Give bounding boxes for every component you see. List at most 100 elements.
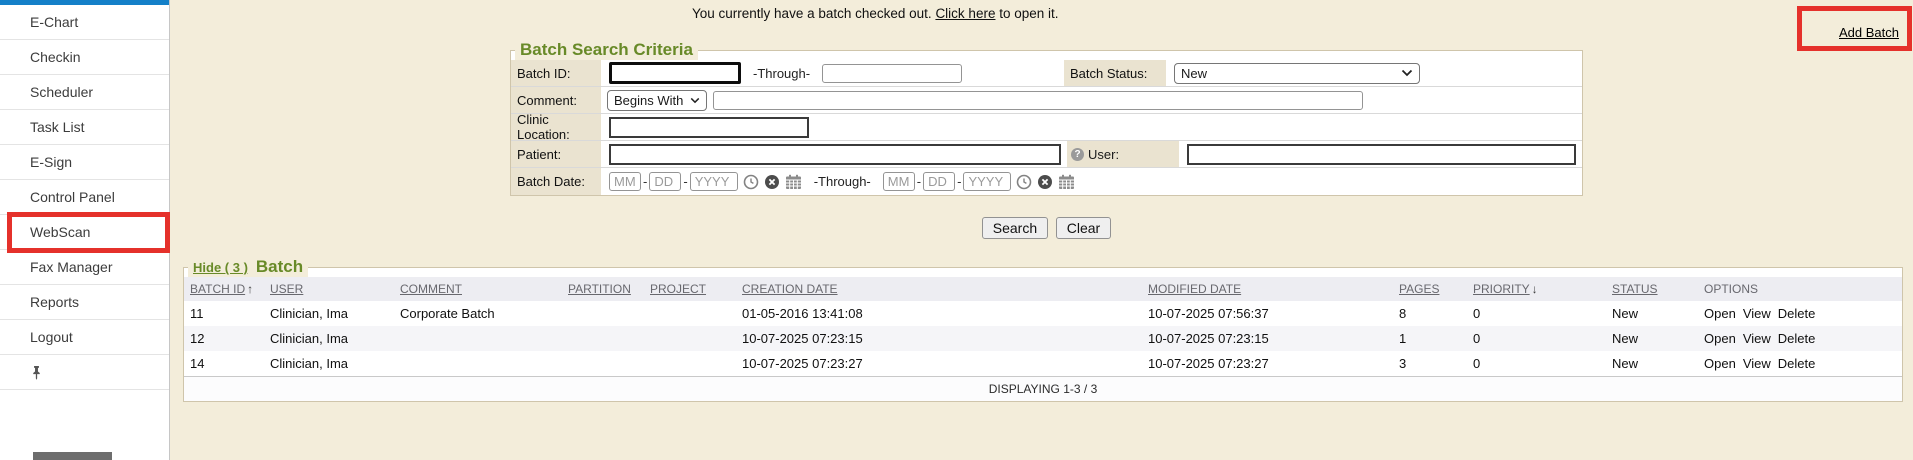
- sidebar-item-fax-manager[interactable]: Fax Manager: [0, 250, 169, 285]
- calendar-icon[interactable]: [1058, 174, 1075, 190]
- batch-date-from-year-input[interactable]: [690, 172, 738, 191]
- batch-list-legend: Hide ( 3 ) Batch: [188, 257, 308, 277]
- sidebar-item-checkin[interactable]: Checkin: [0, 40, 169, 75]
- cell-comment: [394, 326, 562, 351]
- sidebar-item-e-sign[interactable]: E-Sign: [0, 145, 169, 180]
- col-header-modified-date[interactable]: MODIFIED DATE: [1142, 277, 1393, 301]
- batch-table: BATCH ID↑ USER COMMENT PARTITION PROJECT…: [184, 277, 1902, 401]
- patient-row: Patient: ? User:: [511, 141, 1582, 168]
- sidebar-item-label: E-Sign: [30, 154, 72, 170]
- chevron-down-icon: [690, 97, 700, 104]
- cell-modified-date: 10-07-2025 07:23:15: [1142, 326, 1393, 351]
- batch-date-from-day-input[interactable]: [649, 172, 681, 191]
- col-header-user[interactable]: USER: [264, 277, 394, 301]
- sidebar-item-logout[interactable]: Logout: [0, 320, 169, 355]
- sidebar-item-label: Scheduler: [30, 84, 93, 100]
- user-label: User:: [1088, 147, 1119, 162]
- cell-partition: [562, 301, 644, 326]
- sidebar-item-control-panel[interactable]: Control Panel: [0, 180, 169, 215]
- view-batch-link[interactable]: View: [1743, 306, 1771, 321]
- delete-batch-link[interactable]: Delete: [1778, 356, 1816, 371]
- banner-text-pre: You currently have a batch checked out.: [692, 6, 932, 21]
- cell-priority: 0: [1467, 301, 1606, 326]
- batch-date-to-year-input[interactable]: [963, 172, 1011, 191]
- sidebar-item-label: Fax Manager: [30, 259, 112, 275]
- time-picker-icon[interactable]: [1016, 174, 1032, 190]
- open-batch-link[interactable]: Open: [1704, 356, 1736, 371]
- col-header-partition[interactable]: PARTITION: [562, 277, 644, 301]
- batch-date-row: Batch Date: - - -Through- - -: [511, 168, 1582, 195]
- sidebar-item-reports[interactable]: Reports: [0, 285, 169, 320]
- sidebar-item-webscan[interactable]: WebScan: [0, 215, 169, 250]
- batch-row: 12 Clinician, Ima 10-07-2025 07:23:15 10…: [184, 326, 1902, 351]
- comment-match-select[interactable]: Begins With: [607, 90, 707, 111]
- cell-creation-date: 10-07-2025 07:23:27: [736, 351, 1142, 377]
- cell-options: Open View Delete: [1698, 301, 1902, 326]
- date-separator: -: [917, 174, 921, 189]
- cell-batch-id: 12: [184, 326, 264, 351]
- comment-label: Comment:: [511, 87, 601, 113]
- clinic-location-input[interactable]: [609, 117, 809, 138]
- batch-status-select[interactable]: New: [1174, 63, 1420, 84]
- browser-status-bar: [33, 452, 112, 460]
- batch-search-criteria-panel: Batch Search Criteria Batch ID: -Through…: [510, 40, 1583, 196]
- open-batch-link[interactable]: Open: [1704, 331, 1736, 346]
- col-header-comment[interactable]: COMMENT: [394, 277, 562, 301]
- sort-desc-icon: ↓: [1532, 282, 1538, 296]
- help-icon[interactable]: ?: [1071, 148, 1084, 161]
- clear-date-icon[interactable]: [764, 174, 780, 190]
- patient-label: Patient:: [511, 141, 601, 167]
- cell-partition: [562, 351, 644, 377]
- col-header-batch-id[interactable]: BATCH ID↑: [184, 277, 264, 301]
- sidebar-pin-toggle[interactable]: [0, 355, 169, 390]
- search-button[interactable]: Search: [982, 217, 1048, 239]
- sidebar-item-e-chart[interactable]: E-Chart: [0, 5, 169, 40]
- checked-out-banner: You currently have a batch checked out. …: [692, 6, 1059, 21]
- calendar-icon[interactable]: [785, 174, 802, 190]
- delete-batch-link[interactable]: Delete: [1778, 306, 1816, 321]
- clinic-location-row: Clinic Location:: [511, 114, 1582, 141]
- view-batch-link[interactable]: View: [1743, 356, 1771, 371]
- sidebar-item-task-list[interactable]: Task List: [0, 110, 169, 145]
- cell-creation-date: 10-07-2025 07:23:15: [736, 326, 1142, 351]
- sidebar-item-label: WebScan: [30, 224, 90, 240]
- open-batch-link[interactable]: Open: [1704, 306, 1736, 321]
- col-header-priority[interactable]: PRIORITY↓: [1467, 277, 1606, 301]
- patient-input[interactable]: [609, 144, 1061, 165]
- cell-status: New: [1606, 301, 1698, 326]
- pushpin-icon: [30, 365, 43, 380]
- cell-modified-date: 10-07-2025 07:23:27: [1142, 351, 1393, 377]
- sidebar-item-label: E-Chart: [30, 14, 78, 30]
- batch-id-from-input[interactable]: [609, 62, 741, 84]
- clear-button[interactable]: Clear: [1056, 217, 1111, 239]
- batch-date-to-month-input[interactable]: [883, 172, 915, 191]
- batch-id-label: Batch ID:: [511, 60, 601, 86]
- batch-date-to-day-input[interactable]: [923, 172, 955, 191]
- cell-project: [644, 301, 736, 326]
- add-batch-link[interactable]: Add Batch: [1839, 25, 1899, 40]
- cell-project: [644, 326, 736, 351]
- user-input[interactable]: [1187, 144, 1576, 165]
- hide-link[interactable]: Hide ( 3 ): [193, 260, 248, 275]
- through-label: -Through-: [753, 66, 810, 81]
- cell-batch-id: 11: [184, 301, 264, 326]
- through-label: -Through-: [814, 174, 871, 189]
- col-header-pages[interactable]: PAGES: [1393, 277, 1467, 301]
- batch-date-from-month-input[interactable]: [609, 172, 641, 191]
- view-batch-link[interactable]: View: [1743, 331, 1771, 346]
- col-header-creation-date[interactable]: CREATION DATE: [736, 277, 1142, 301]
- time-picker-icon[interactable]: [743, 174, 759, 190]
- click-here-link[interactable]: Click here: [935, 6, 995, 21]
- cell-user: Clinician, Ima: [264, 351, 394, 377]
- date-separator: -: [683, 174, 687, 189]
- delete-batch-link[interactable]: Delete: [1778, 331, 1816, 346]
- sidebar-item-scheduler[interactable]: Scheduler: [0, 75, 169, 110]
- col-header-project[interactable]: PROJECT: [644, 277, 736, 301]
- clear-date-icon[interactable]: [1037, 174, 1053, 190]
- sort-asc-icon: ↑: [247, 282, 253, 296]
- batch-id-to-input[interactable]: [822, 64, 962, 83]
- col-header-status[interactable]: STATUS: [1606, 277, 1698, 301]
- comment-input[interactable]: [713, 91, 1363, 110]
- sidebar-item-label: Logout: [30, 329, 73, 345]
- sidebar-item-label: Checkin: [30, 49, 81, 65]
